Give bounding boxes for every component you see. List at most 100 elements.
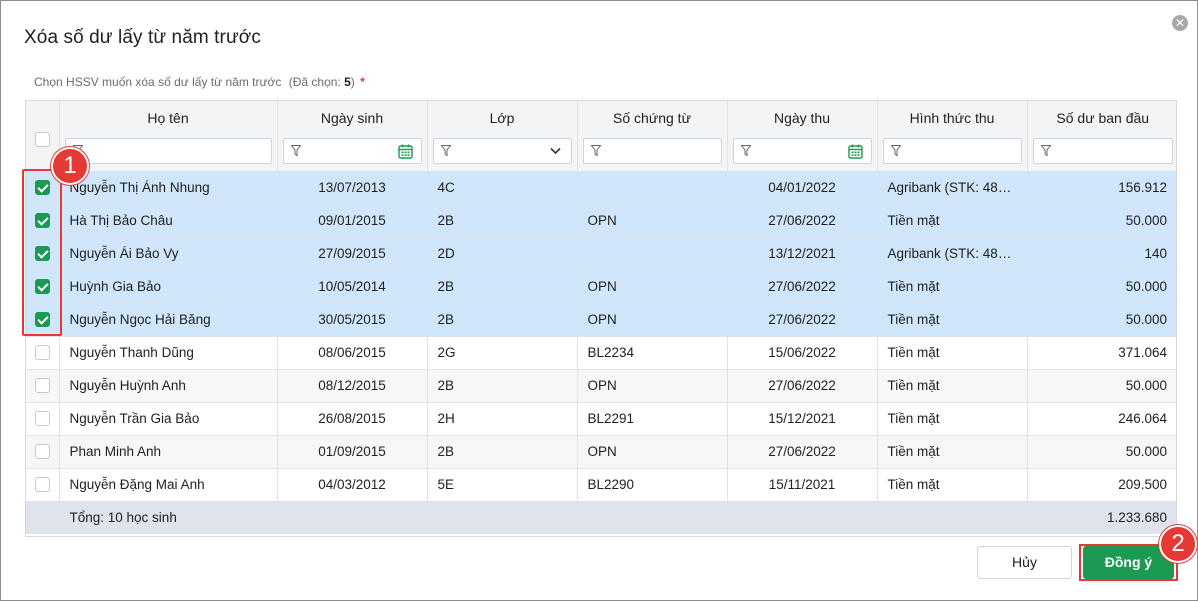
cell-doc: OPN	[577, 204, 728, 238]
table-row[interactable]: Phan Minh Anh 01/09/2015 2B OPN 27/06/2022 Ti…	[26, 435, 1176, 469]
table-row[interactable]: Nguyễn Thanh Dũng 08/06/2015 2G BL2234 15/06…	[26, 336, 1176, 370]
col-ngay-thu-label: Ngày thu	[773, 110, 831, 126]
calendar-icon[interactable]	[397, 144, 413, 159]
filter-lop[interactable]	[432, 138, 572, 164]
filter-ngay-sinh[interactable]	[282, 138, 422, 164]
row-checkbox[interactable]	[34, 444, 50, 460]
selected-prefix: (Đã chọn:	[288, 75, 345, 89]
cell-amount: 50.000	[1027, 369, 1176, 403]
cell-class: 2B	[427, 303, 578, 337]
cell-date: 04/01/2022	[727, 171, 878, 205]
cell-name: Phan Minh Anh	[59, 435, 278, 469]
col-so-du: Số dư ban đầu	[1027, 101, 1176, 171]
cell-doc: BL2290	[577, 468, 728, 502]
calendar-icon[interactable]	[847, 144, 863, 159]
filter-icon	[1040, 145, 1051, 157]
row-checkbox[interactable]	[34, 246, 50, 262]
delete-balance-dialog: Xóa số dư lấy từ năm trước ✕ Chọn HSSV m…	[0, 0, 1198, 601]
cell-doc	[577, 171, 728, 205]
cell-amount: 50.000	[1027, 204, 1176, 238]
cancel-button[interactable]: Hủy	[977, 546, 1072, 579]
cell-name: Nguyễn Đặng Mai Anh	[59, 468, 278, 502]
row-checkbox[interactable]	[34, 477, 50, 493]
filter-so-du[interactable]	[1032, 138, 1173, 164]
cell-amount: 156.912	[1027, 171, 1176, 205]
cell-date: 27/06/2022	[727, 303, 878, 337]
table-row[interactable]: Huỳnh Gia Bảo 10/05/2014 2B OPN 27/06/2022 Ti…	[26, 270, 1176, 304]
row-select-cell	[26, 369, 60, 403]
cell-doc: OPN	[577, 303, 728, 337]
cell-class: 2B	[427, 435, 578, 469]
row-checkbox[interactable]	[34, 345, 50, 361]
cell-date: 27/06/2022	[727, 369, 878, 403]
cell-amount: 140	[1027, 237, 1176, 271]
cell-dob: 26/08/2015	[277, 402, 428, 436]
filter-ho-ten[interactable]	[64, 138, 272, 164]
row-checkbox[interactable]	[34, 180, 50, 196]
cell-class: 2H	[427, 402, 578, 436]
row-select-cell	[26, 204, 60, 238]
filter-icon	[890, 145, 901, 157]
row-select-cell	[26, 303, 60, 337]
filter-so-chung-tu[interactable]	[582, 138, 722, 164]
row-select-cell	[26, 468, 60, 502]
row-checkbox[interactable]	[34, 378, 50, 394]
cell-method: Tiền mặt	[877, 435, 1028, 469]
filter-hinh-thuc-thu[interactable]	[882, 138, 1022, 164]
cell-date: 13/12/2021	[727, 237, 878, 271]
chevron-down-icon[interactable]	[549, 147, 561, 155]
cell-name: Nguyễn Huỳnh Anh	[59, 369, 278, 403]
cell-dob: 01/09/2015	[277, 435, 428, 469]
cell-date: 27/06/2022	[727, 204, 878, 238]
required-mark: *	[360, 75, 365, 89]
selection-hint-text: Chọn HSSV muốn xóa số dư lấy từ năm trướ…	[34, 75, 282, 89]
select-all-checkbox[interactable]	[34, 131, 50, 147]
row-checkbox[interactable]	[34, 411, 50, 427]
row-select-cell	[26, 435, 60, 469]
row-checkbox[interactable]	[34, 213, 50, 229]
cell-class: 5E	[427, 468, 578, 502]
table-row[interactable]: Nguyễn Đặng Mai Anh 04/03/2012 5E BL2290 15/…	[26, 468, 1176, 502]
selected-count: 5	[344, 75, 351, 89]
row-checkbox[interactable]	[34, 279, 50, 295]
cell-method: Tiền mặt	[877, 204, 1028, 238]
cell-date: 15/11/2021	[727, 468, 878, 502]
row-checkbox[interactable]	[34, 312, 50, 328]
cell-method: Tiền mặt	[877, 402, 1028, 436]
cell-method: Tiền mặt	[877, 336, 1028, 370]
cell-date: 15/06/2022	[727, 336, 878, 370]
col-ho-ten-label: Họ tên	[147, 110, 189, 126]
col-ngay-sinh: Ngày sinh	[277, 101, 428, 171]
cell-class: 4C	[427, 171, 578, 205]
cell-dob: 27/09/2015	[277, 237, 428, 271]
cell-doc: OPN	[577, 270, 728, 304]
cell-doc: OPN	[577, 435, 728, 469]
filter-ngay-thu[interactable]	[732, 138, 872, 164]
table-row[interactable]: Nguyễn Ngọc Hải Băng 30/05/2015 2B OPN 27/06…	[26, 303, 1176, 337]
cell-doc	[577, 237, 728, 271]
col-so-du-label: Số dư ban đầu	[1056, 110, 1150, 126]
selection-hint: Chọn HSSV muốn xóa số dư lấy từ năm trướ…	[34, 75, 365, 89]
table-row[interactable]: Nguyễn Thị Ánh Nhung 13/07/2013 4C 04/01/20…	[26, 171, 1176, 205]
cell-method: Agribank (STK: 480...	[877, 237, 1028, 271]
cell-dob: 30/05/2015	[277, 303, 428, 337]
table-row[interactable]: Nguyễn Trần Gia Bảo 26/08/2015 2H BL2291 15/…	[26, 402, 1176, 436]
close-icon[interactable]: ✕	[1172, 15, 1188, 31]
table-row[interactable]: Nguyễn Ái Bảo Vy 27/09/2015 2D 13/12/2021 Ag…	[26, 237, 1176, 271]
col-hinh-thuc-thu-label: Hình thức thu	[909, 110, 995, 126]
cell-class: 2B	[427, 270, 578, 304]
cell-class: 2D	[427, 237, 578, 271]
col-lop-label: Lớp	[489, 110, 515, 126]
cell-method: Tiền mặt	[877, 369, 1028, 403]
cell-amount: 50.000	[1027, 435, 1176, 469]
col-ho-ten: Họ tên	[59, 101, 278, 171]
table-row[interactable]: Hà Thị Bảo Châu 09/01/2015 2B OPN 27/06/2022…	[26, 204, 1176, 238]
cell-doc: BL2234	[577, 336, 728, 370]
cell-doc: BL2291	[577, 402, 728, 436]
table-row[interactable]: Nguyễn Huỳnh Anh 08/12/2015 2B OPN 27/06/202…	[26, 369, 1176, 403]
col-so-chung-tu: Số chứng từ	[577, 101, 728, 171]
selected-count-label: (Đã chọn: 5)	[289, 75, 355, 89]
cell-amount: 209.500	[1027, 468, 1176, 502]
cell-doc: OPN	[577, 369, 728, 403]
cell-date: 27/06/2022	[727, 435, 878, 469]
